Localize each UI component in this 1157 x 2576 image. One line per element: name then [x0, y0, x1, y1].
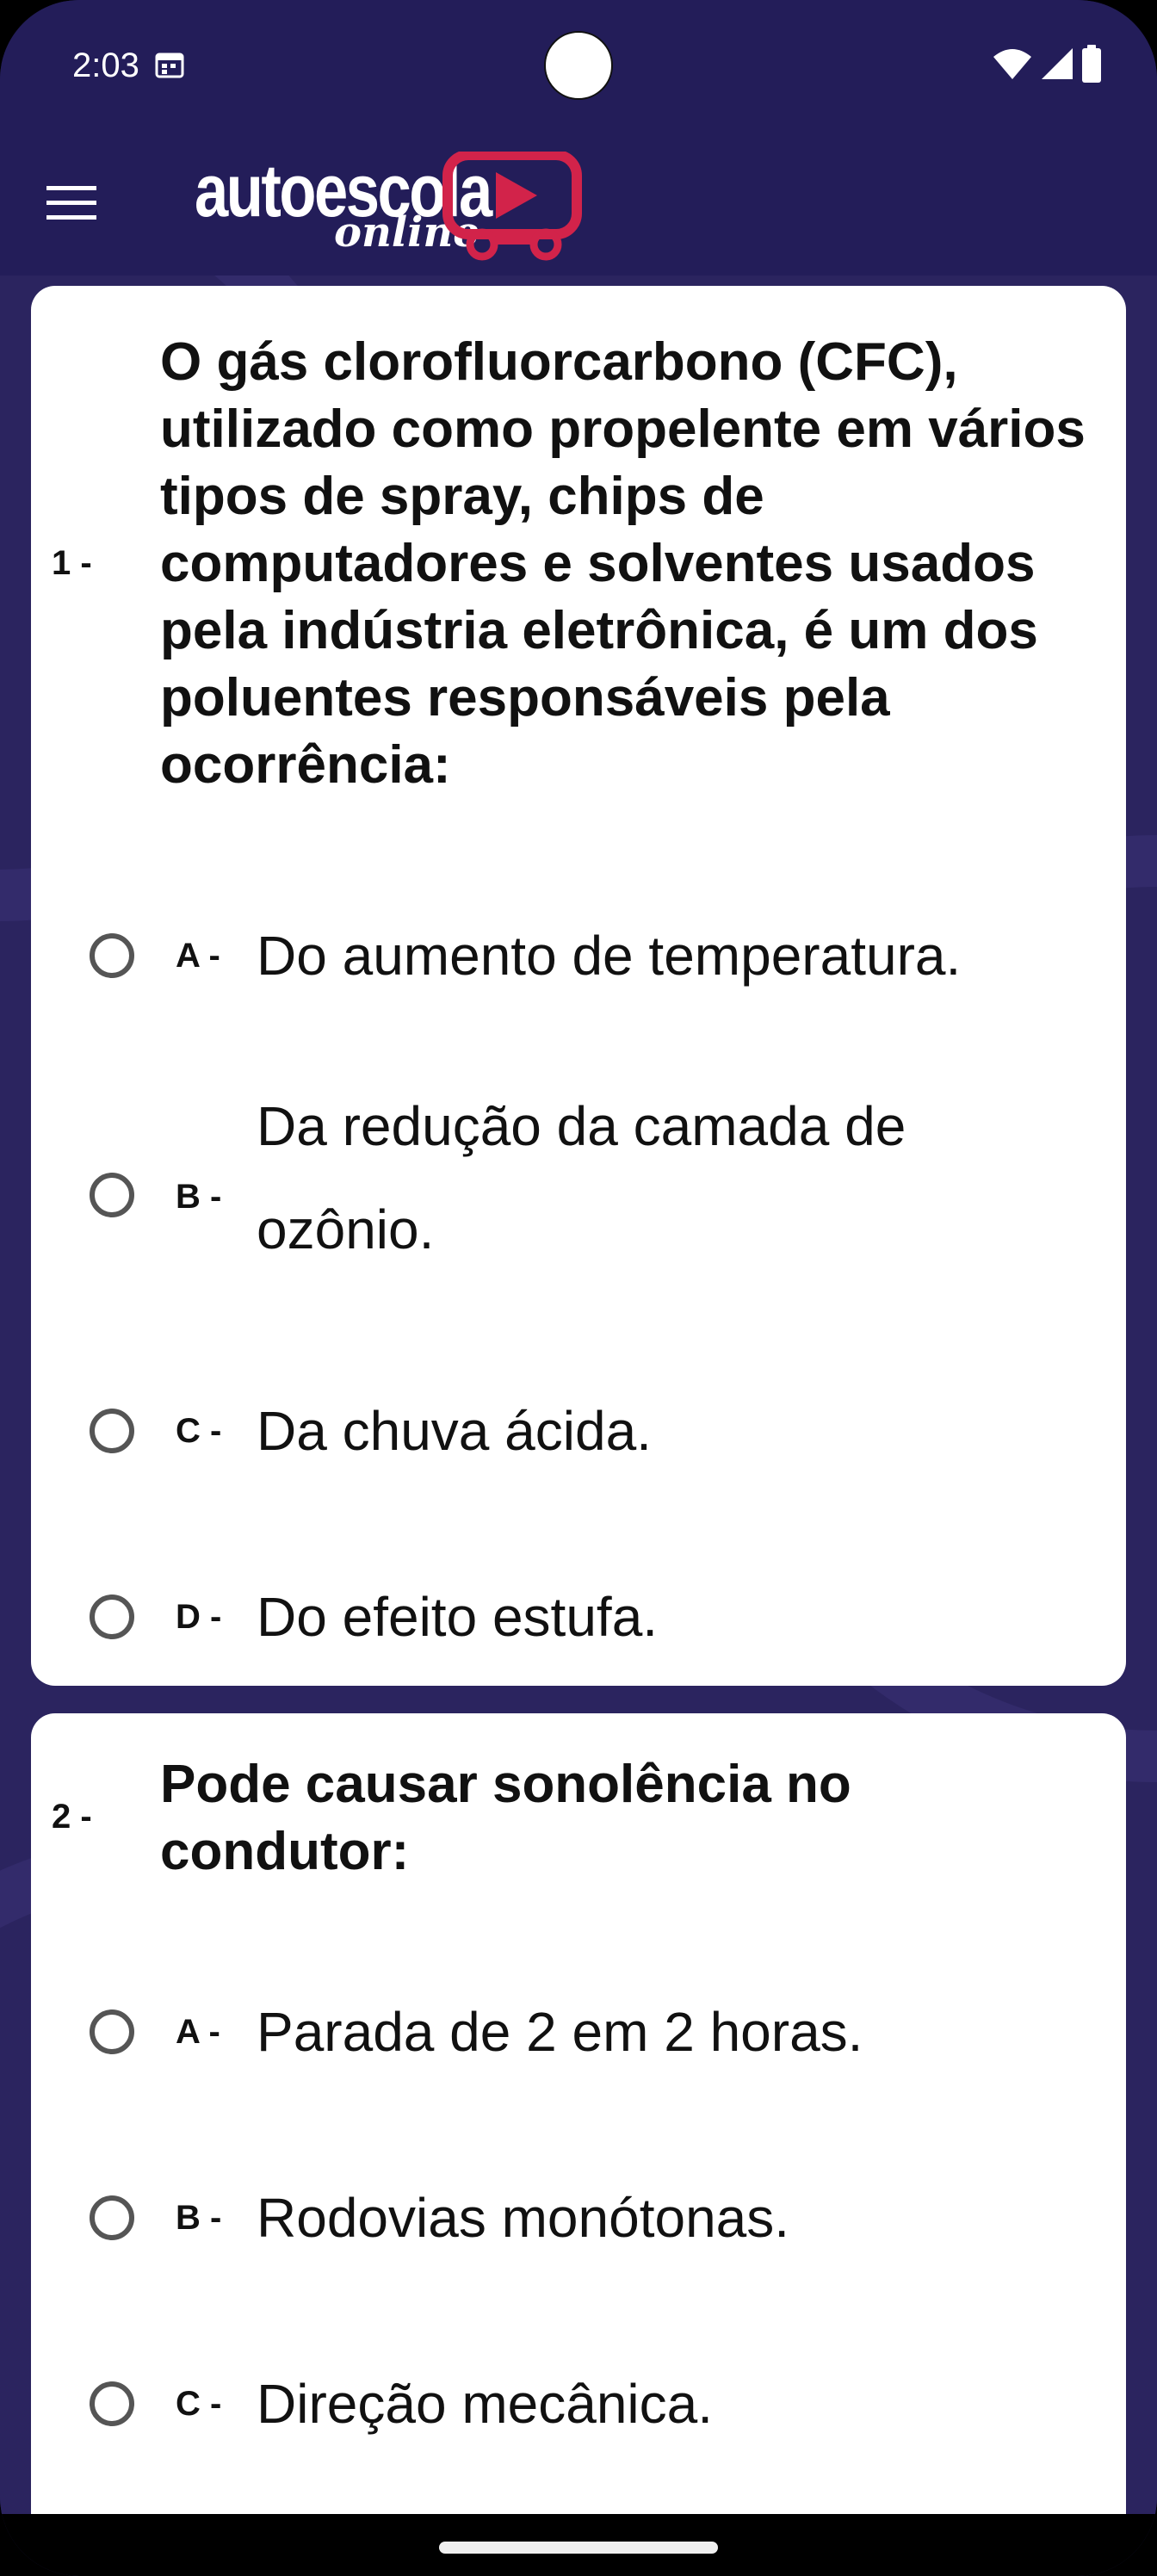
option-a[interactable]: A - Parada de 2 em 2 horas. [31, 1963, 1126, 2101]
option-letter: A - [176, 2013, 220, 2051]
radio-button[interactable] [90, 2195, 134, 2240]
question-number: 2 - [52, 1798, 92, 1836]
option-text: Do efeito estufa. [257, 1586, 659, 1648]
option-text: Rodovias monótonas. [257, 2187, 790, 2249]
phone-screen: 2:03 autoescola online 1 - O gás clorofl… [0, 0, 1157, 2576]
option-text: Parada de 2 em 2 horas. [257, 2001, 863, 2063]
radio-button[interactable] [90, 1409, 134, 1453]
option-letter: A - [176, 937, 220, 975]
option-letter: C - [176, 1412, 222, 1450]
app-logo: autoescola online [195, 150, 591, 262]
status-icons [992, 43, 1102, 84]
option-letter: D - [176, 1598, 222, 1636]
hamburger-menu-icon[interactable] [46, 184, 96, 222]
option-letter: B - [176, 1178, 222, 1216]
question-card-1: 1 - O gás clorofluorcarbono (CFC), utili… [31, 286, 1126, 1686]
radio-button[interactable] [90, 2009, 134, 2054]
wifi-icon [993, 49, 1031, 79]
home-gesture-handle[interactable] [439, 2542, 718, 2554]
question-text: O gás clorofluorcarbono (CFC), utilizado… [160, 332, 1086, 795]
option-text: Da chuva ácida. [257, 1400, 652, 1462]
question-list[interactable]: 1 - O gás clorofluorcarbono (CFC), utili… [0, 276, 1157, 2514]
option-text: Do aumento de temperatura. [257, 925, 962, 987]
option-d[interactable]: D - Do efeito estufa. [31, 1548, 1126, 1686]
option-c[interactable]: C - Da chuva ácida. [31, 1362, 1126, 1500]
app-bar: autoescola online [0, 129, 1157, 276]
option-letter: C - [176, 2385, 222, 2423]
battery-icon [1082, 45, 1101, 83]
option-text: Direção mecânica. [257, 2373, 713, 2435]
option-a[interactable]: A - Do aumento de temperatura. [31, 887, 1126, 1025]
option-text: Da redução da camada de ozônio. [257, 1095, 906, 1260]
radio-button[interactable] [90, 2381, 134, 2426]
front-camera-cutout [544, 31, 613, 100]
option-b[interactable]: B - Rodovias monótonas. [31, 2149, 1126, 2287]
play-car-logo-icon [442, 152, 582, 261]
calendar-icon [155, 53, 184, 78]
question-number: 1 - [52, 544, 92, 582]
question-text: Pode causar sonolência no condutor: [160, 1755, 851, 1881]
status-time: 2:03 [72, 46, 139, 84]
option-c[interactable]: C - Direção mecânica. [31, 2335, 1126, 2473]
option-letter: B - [176, 2199, 222, 2237]
option-b[interactable]: B - Da redução da camada de ozônio. [31, 1061, 1126, 1285]
question-card-2: 2 - Pode causar sonolência no condutor: … [31, 1713, 1126, 2514]
radio-button[interactable] [90, 1173, 134, 1217]
signal-icon [1042, 48, 1073, 79]
status-bar: 2:03 [0, 0, 1157, 129]
radio-button[interactable] [90, 933, 134, 978]
radio-button[interactable] [90, 1595, 134, 1639]
system-navigation-bar [0, 2514, 1157, 2576]
